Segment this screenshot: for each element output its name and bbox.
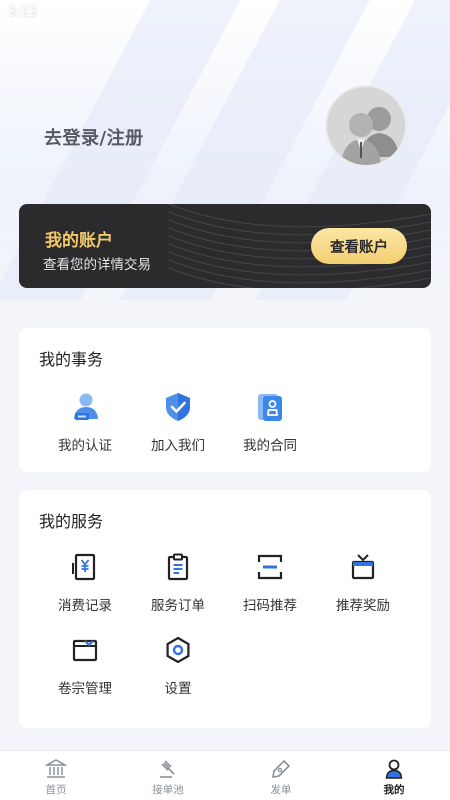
account-title: 我的账户 [45, 231, 113, 251]
service-label: 服务订单 [151, 598, 205, 614]
tab-label: 发单 [270, 784, 292, 796]
service-item-orders[interactable]: 服务订单 [132, 550, 224, 614]
view-account-button[interactable]: 查看账户 [311, 228, 407, 264]
pen-icon [269, 758, 293, 780]
clipboard-list-icon [161, 550, 195, 584]
service-item-scan[interactable]: 扫码推荐 [224, 550, 316, 614]
service-item-reward[interactable]: 推荐奖励 [317, 550, 409, 614]
user-avatar-icon[interactable] [325, 85, 407, 167]
tab-label: 首页 [45, 784, 67, 796]
account-card[interactable]: 我的账户 查看您的详情交易 查看账户 [19, 204, 431, 288]
hex-settings-icon [161, 633, 195, 667]
affair-item-certification[interactable]: 我的认证 [39, 390, 131, 454]
affairs-panel: 我的事务 我的认证 加入我们 我的合同 [19, 328, 431, 472]
account-subtitle: 查看您的详情交易 [43, 257, 151, 273]
services-title: 我的服务 [39, 512, 104, 531]
tab-order-pool[interactable]: 接单池 [112, 751, 224, 800]
bank-icon [44, 758, 68, 780]
shield-check-icon [161, 390, 195, 424]
service-label: 扫码推荐 [243, 598, 297, 614]
tab-label: 接单池 [152, 784, 184, 796]
affair-label: 我的认证 [58, 438, 112, 454]
service-label: 设置 [164, 681, 192, 697]
service-item-consumption[interactable]: 消费记录 [39, 550, 131, 614]
affair-item-contract[interactable]: 我的合同 [224, 390, 316, 454]
service-item-settings[interactable]: 设置 [132, 633, 224, 697]
scan-icon [253, 550, 287, 584]
affair-label: 我的合同 [243, 438, 297, 454]
service-label: 卷宗管理 [58, 681, 112, 697]
folder-icon [68, 633, 102, 667]
tab-home[interactable]: 首页 [0, 751, 112, 800]
gift-icon [346, 550, 380, 584]
service-label: 消费记录 [58, 598, 112, 614]
tab-mine[interactable]: 我的 [338, 751, 450, 800]
contract-icon [253, 390, 287, 424]
affair-item-join[interactable]: 加入我们 [132, 390, 224, 454]
status-time: 3:23 [8, 5, 38, 20]
user-badge-icon [68, 390, 102, 424]
receipt-yen-icon [68, 550, 102, 584]
service-item-dossier[interactable]: 卷宗管理 [39, 633, 131, 697]
services-panel: 我的服务 消费记录 服务订单 扫码推荐 推荐奖励 卷宗管理 设置 [19, 490, 431, 728]
tab-post-order[interactable]: 发单 [225, 751, 337, 800]
login-register-link[interactable]: 去登录/注册 [44, 124, 144, 150]
tab-label: 我的 [383, 784, 405, 796]
profile-icon [382, 758, 406, 780]
bottom-tab-bar: 首页 接单池 发单 我的 [0, 750, 450, 800]
affairs-title: 我的事务 [39, 350, 104, 369]
affair-label: 加入我们 [151, 438, 205, 454]
service-label: 推荐奖励 [336, 598, 390, 614]
gavel-icon [156, 758, 180, 780]
